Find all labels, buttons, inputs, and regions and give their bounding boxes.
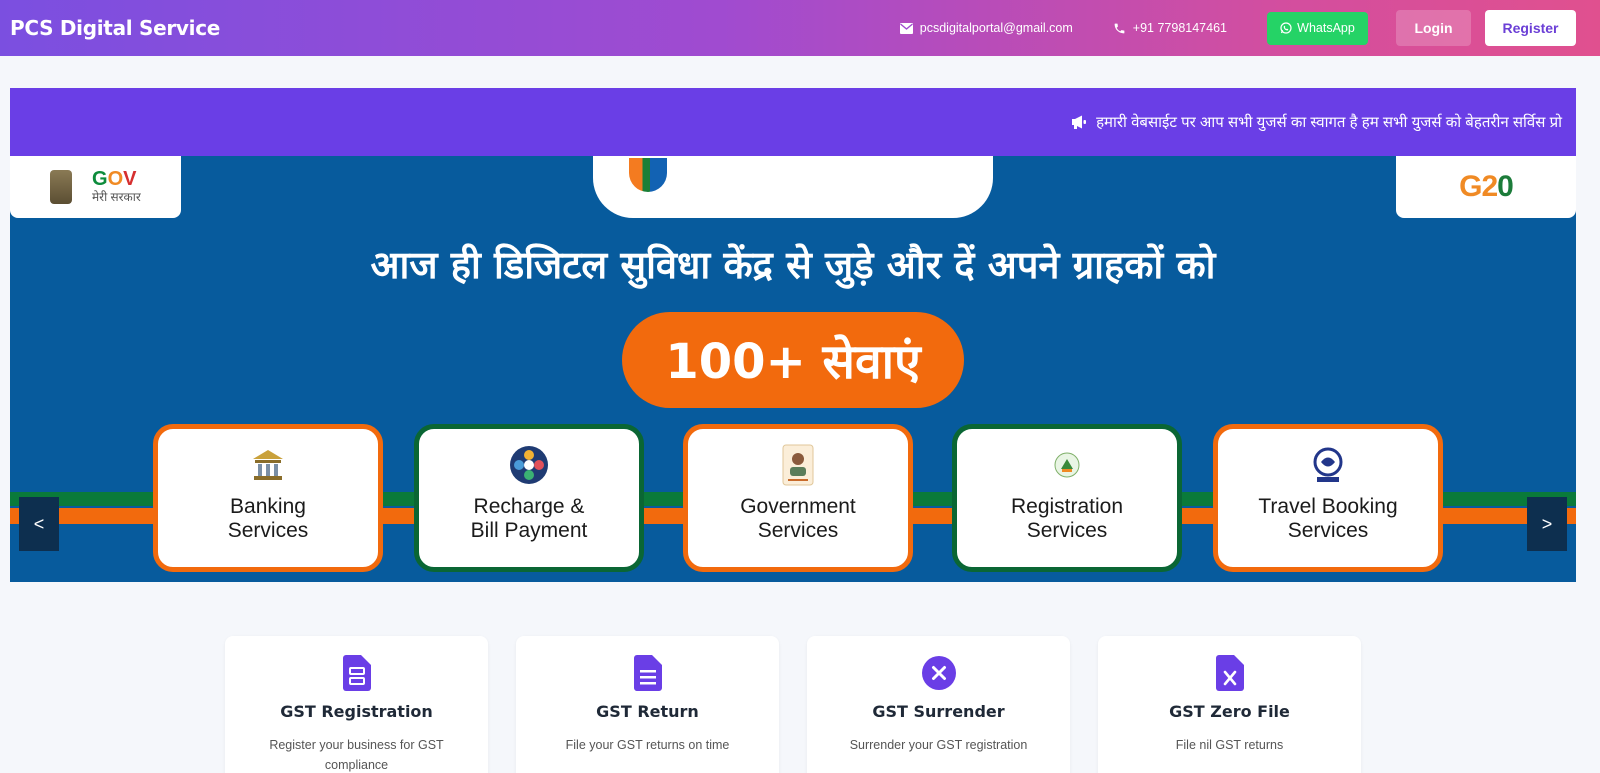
card-title: GST Zero File	[1169, 702, 1290, 721]
gst-registration-card[interactable]: GST Registration Register your business …	[225, 636, 488, 773]
whatsapp-label: WhatsApp	[1297, 21, 1355, 35]
registration-icon	[1045, 443, 1089, 487]
bill-payment-icon	[507, 443, 551, 487]
card-description: Register your business for GST complianc…	[269, 738, 444, 772]
service-card-registration: Registration Services	[952, 424, 1182, 572]
close-circle-icon	[921, 654, 957, 692]
service-label: Government Services	[740, 495, 856, 542]
phone-contact[interactable]: +91 7798147461	[1113, 21, 1227, 35]
services-count-badge: 100+ सेवाएं	[622, 312, 964, 408]
whatsapp-icon	[1280, 22, 1292, 34]
service-label: Travel Booking Services	[1258, 495, 1398, 542]
card-description: File your GST returns on time	[565, 738, 730, 752]
document-form-icon	[342, 654, 371, 692]
email-text: pcsdigitalportal@gmail.com	[919, 21, 1073, 35]
digital-india-logo	[593, 156, 993, 218]
phone-icon	[1114, 23, 1125, 33]
carousel-prev-button[interactable]: <	[19, 497, 59, 551]
id-card-icon	[776, 443, 820, 487]
service-card-banking: Banking Services	[153, 424, 383, 572]
brand-name[interactable]: PCS Digital Service	[10, 16, 220, 40]
gst-return-card[interactable]: GST Return File your GST returns on time	[516, 636, 779, 773]
bullhorn-icon	[1072, 115, 1087, 129]
mygov-logo-text: GOV	[92, 167, 137, 190]
envelope-icon	[899, 22, 913, 34]
g20-logo: G20	[1396, 156, 1576, 218]
login-button[interactable]: Login	[1396, 10, 1471, 46]
document-x-icon	[1215, 654, 1244, 692]
announcement-marquee: हमारी वेबसाईट पर आप सभी युजर्स का स्वागत…	[10, 88, 1576, 156]
service-card-recharge: Recharge & Bill Payment	[414, 424, 644, 572]
card-title: GST Registration	[280, 702, 433, 721]
banner-headline: आज ही डिजिटल सुविधा केंद्र से जुड़े और द…	[370, 243, 1216, 287]
bank-icon	[246, 443, 290, 487]
phone-text: +91 7798147461	[1132, 21, 1227, 35]
service-label: Recharge & Bill Payment	[470, 495, 588, 542]
document-lines-icon	[633, 654, 662, 692]
mygov-subtitle: मेरी सरकार	[92, 189, 141, 204]
card-title: GST Return	[596, 702, 699, 721]
card-title: GST Surrender	[872, 702, 1005, 721]
header-actions: pcsdigitalportal@gmail.com +91 779814746…	[899, 0, 1576, 56]
card-description: Surrender your GST registration	[849, 738, 1028, 752]
service-label: Banking Services	[227, 495, 309, 542]
whatsapp-button[interactable]: WhatsApp	[1267, 11, 1368, 45]
hero-carousel: GOV मेरी सरकार G20 आज ही डिजिटल सुविधा क…	[10, 156, 1576, 582]
irctc-icon	[1306, 443, 1350, 487]
email-contact[interactable]: pcsdigitalportal@gmail.com	[899, 21, 1073, 35]
g20-logo-text: G20	[1459, 170, 1514, 203]
announcement-text: हमारी वेबसाईट पर आप सभी युजर्स का स्वागत…	[1096, 114, 1562, 131]
service-card-government: Government Services	[683, 424, 913, 572]
carousel-next-button[interactable]: >	[1527, 497, 1567, 551]
gst-zero-file-card[interactable]: GST Zero File File nil GST returns	[1098, 636, 1361, 773]
digital-india-mark-icon	[629, 158, 667, 192]
register-button[interactable]: Register	[1485, 10, 1576, 46]
card-description: File nil GST returns	[1175, 738, 1284, 752]
mygov-logo: GOV मेरी सरकार	[10, 156, 181, 218]
top-header: PCS Digital Service pcsdigitalportal@gma…	[0, 0, 1600, 56]
gst-surrender-card[interactable]: GST Surrender Surrender your GST registr…	[807, 636, 1070, 773]
national-emblem-icon	[50, 170, 72, 204]
service-card-travel: Travel Booking Services	[1213, 424, 1443, 572]
service-label: Registration Services	[1010, 495, 1124, 542]
